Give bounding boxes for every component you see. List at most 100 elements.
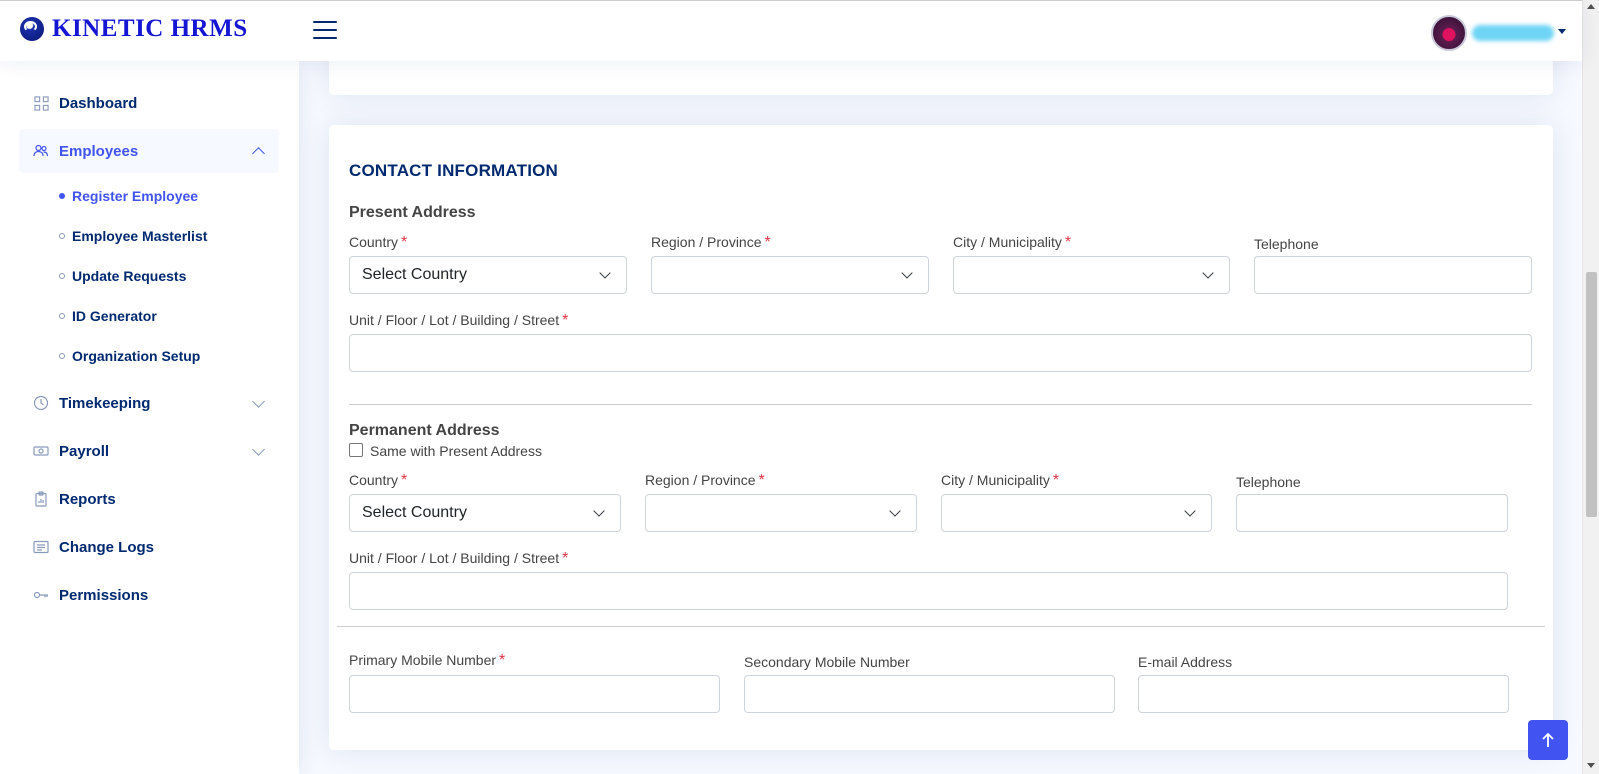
page-scrollbar[interactable] — [1582, 0, 1599, 774]
email-input[interactable] — [1138, 675, 1509, 713]
same-address-checkbox[interactable] — [349, 443, 363, 457]
bullet-icon — [59, 273, 65, 279]
permanent-country-label: Country * — [349, 472, 407, 490]
list-icon — [33, 539, 49, 555]
email-label: E-mail Address — [1138, 654, 1233, 670]
required-mark: * — [1064, 234, 1072, 251]
scroll-down-arrow-icon[interactable] — [1587, 763, 1595, 768]
label-text: Unit / Floor / Lot / Building / Street — [349, 550, 560, 566]
present-telephone-input[interactable] — [1254, 256, 1532, 294]
required-mark: * — [1052, 472, 1060, 489]
chevron-down-icon — [252, 395, 265, 408]
required-mark: * — [764, 234, 771, 251]
hamburger-icon[interactable] — [313, 21, 337, 41]
label-text: Region / Province — [645, 472, 756, 488]
sidebar-item-payroll[interactable]: Payroll — [19, 429, 279, 473]
clipboard-data-icon — [33, 491, 49, 507]
chevron-up-icon — [252, 147, 265, 160]
permanent-city-select[interactable] — [941, 494, 1212, 532]
caret-down-icon[interactable] — [1558, 29, 1566, 34]
user-name-redacted[interactable] — [1472, 25, 1554, 41]
sidebar-item-label: Employees — [59, 142, 139, 160]
permanent-telephone-label: Telephone — [1236, 474, 1301, 490]
permanent-telephone-input[interactable] — [1236, 494, 1508, 532]
present-country-select[interactable]: Select Country — [349, 256, 627, 294]
sidebar-item-label: Payroll — [59, 442, 110, 460]
present-region-label: Region / Province * — [651, 234, 771, 252]
chevron-down-icon — [252, 443, 265, 456]
sidebar-item-permissions[interactable]: Permissions — [19, 573, 279, 617]
chevron-down-icon — [901, 267, 913, 279]
secondary-mobile-input[interactable] — [744, 675, 1115, 713]
permanent-region-select[interactable] — [645, 494, 917, 532]
chevron-down-icon — [599, 267, 611, 279]
present-telephone-label: Telephone — [1254, 236, 1319, 252]
chevron-down-icon — [1184, 505, 1196, 517]
label-text: City / Municipality — [953, 234, 1062, 250]
same-address-label[interactable]: Same with Present Address — [370, 443, 542, 459]
sidebar-item-label: Reports — [59, 490, 116, 508]
present-street-label: Unit / Floor / Lot / Building / Street * — [349, 312, 568, 330]
divider — [349, 404, 1532, 405]
required-mark: * — [499, 652, 506, 669]
sidebar-subitem-label: Update Requests — [72, 268, 187, 284]
sidebar-subitem-id-generator[interactable]: ID Generator — [59, 304, 157, 328]
permanent-address-heading: Permanent Address — [349, 422, 500, 439]
avatar[interactable] — [1431, 15, 1467, 51]
back-to-top-button[interactable] — [1528, 720, 1568, 760]
label-text: Primary Mobile Number — [349, 652, 497, 668]
required-mark: * — [562, 312, 569, 329]
app-logo[interactable]: KINETIC HRMS — [20, 15, 248, 43]
sidebar-item-timekeeping[interactable]: Timekeeping — [19, 381, 279, 425]
sidebar-subitem-label: Organization Setup — [72, 348, 201, 364]
sidebar-subitem-organization-setup[interactable]: Organization Setup — [59, 344, 200, 368]
sidebar-item-label: Timekeeping — [59, 394, 151, 412]
sidebar-item-label: Permissions — [59, 586, 149, 604]
bullet-icon — [59, 313, 65, 319]
primary-mobile-input[interactable] — [349, 675, 720, 713]
sidebar-item-dashboard[interactable]: Dashboard — [19, 81, 279, 125]
present-country-label: Country * — [349, 234, 407, 252]
present-address-heading: Present Address — [349, 204, 476, 221]
sidebar: Dashboard Employees Register Employee Em… — [0, 61, 299, 774]
card-title: CONTACT INFORMATION — [349, 161, 559, 180]
permanent-street-label: Unit / Floor / Lot / Building / Street * — [349, 550, 568, 568]
sidebar-item-change-logs[interactable]: Change Logs — [19, 525, 279, 569]
chevron-down-icon — [889, 505, 901, 517]
chevron-down-icon — [593, 505, 605, 517]
present-city-select[interactable] — [953, 256, 1230, 294]
present-region-select[interactable] — [651, 256, 929, 294]
sidebar-item-label: Change Logs — [59, 538, 155, 556]
sidebar-subitem-update-requests[interactable]: Update Requests — [59, 264, 186, 288]
bullet-icon — [59, 353, 65, 359]
sidebar-subitem-register-employee[interactable]: Register Employee — [59, 184, 198, 208]
grid-icon — [33, 95, 49, 111]
sidebar-item-employees[interactable]: Employees — [19, 129, 279, 173]
permanent-country-select[interactable]: Select Country — [349, 494, 621, 532]
bullet-icon — [59, 193, 65, 199]
sidebar-subitem-label: ID Generator — [72, 308, 157, 324]
logo-text: KINETIC HRMS — [52, 15, 248, 42]
label-text: Country — [349, 234, 399, 250]
required-mark: * — [401, 234, 408, 251]
sidebar-item-label: Dashboard — [59, 94, 138, 112]
select-value: Select Country — [362, 266, 467, 283]
required-mark: * — [758, 472, 765, 489]
permanent-city-label: City / Municipality * — [941, 472, 1059, 490]
required-mark: * — [401, 472, 408, 489]
logo-icon — [20, 17, 44, 41]
label-text: City / Municipality — [941, 472, 1050, 488]
present-street-input[interactable] — [349, 334, 1532, 372]
sidebar-subitem-employee-masterlist[interactable]: Employee Masterlist — [59, 224, 207, 248]
scroll-thumb[interactable] — [1586, 272, 1597, 517]
label-text: Region / Province — [651, 234, 762, 250]
contact-information-card: CONTACT INFORMATION Present Address Coun… — [329, 125, 1553, 750]
key-icon — [33, 587, 49, 603]
sidebar-item-reports[interactable]: Reports — [19, 477, 279, 521]
permanent-street-input[interactable] — [349, 572, 1508, 610]
scroll-up-arrow-icon[interactable] — [1587, 4, 1595, 9]
required-mark: * — [562, 550, 569, 567]
sidebar-subitem-label: Register Employee — [72, 188, 199, 204]
top-header: KINETIC HRMS — [0, 0, 1582, 61]
primary-mobile-label: Primary Mobile Number * — [349, 652, 505, 670]
